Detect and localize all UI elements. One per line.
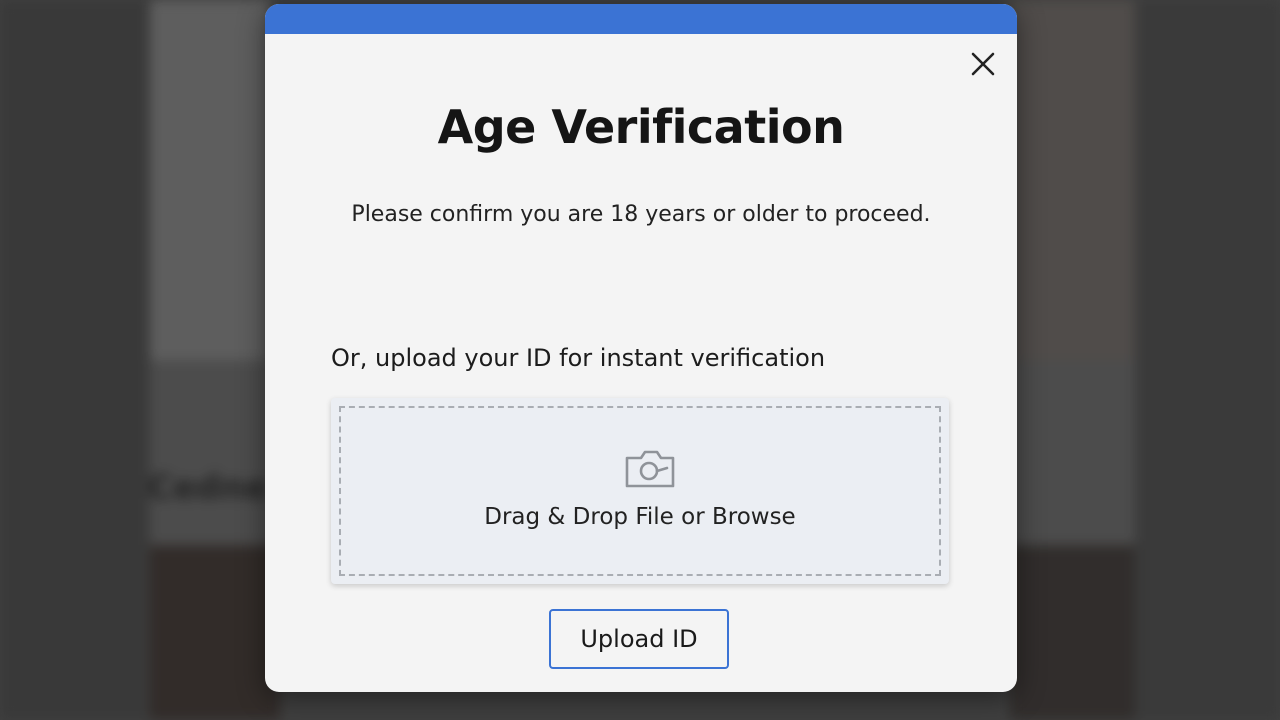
file-dropzone[interactable]: Drag & Drop File or Browse bbox=[331, 398, 949, 584]
upload-id-button[interactable]: Upload ID bbox=[549, 609, 729, 669]
dropzone-text: Drag & Drop File or Browse bbox=[484, 504, 796, 530]
modal-accent-bar bbox=[265, 4, 1017, 34]
age-verification-modal: Age Verification Please confirm you are … bbox=[265, 4, 1017, 692]
upload-id-label: Or, upload your ID for instant verificat… bbox=[331, 344, 826, 372]
modal-title: Age Verification bbox=[437, 100, 845, 154]
close-button[interactable] bbox=[965, 46, 1001, 82]
modal-subtitle: Please confirm you are 18 years or older… bbox=[351, 202, 931, 227]
close-icon bbox=[971, 52, 995, 76]
dropzone-dashed-border: Drag & Drop File or Browse bbox=[339, 406, 941, 576]
camera-icon bbox=[625, 450, 675, 488]
